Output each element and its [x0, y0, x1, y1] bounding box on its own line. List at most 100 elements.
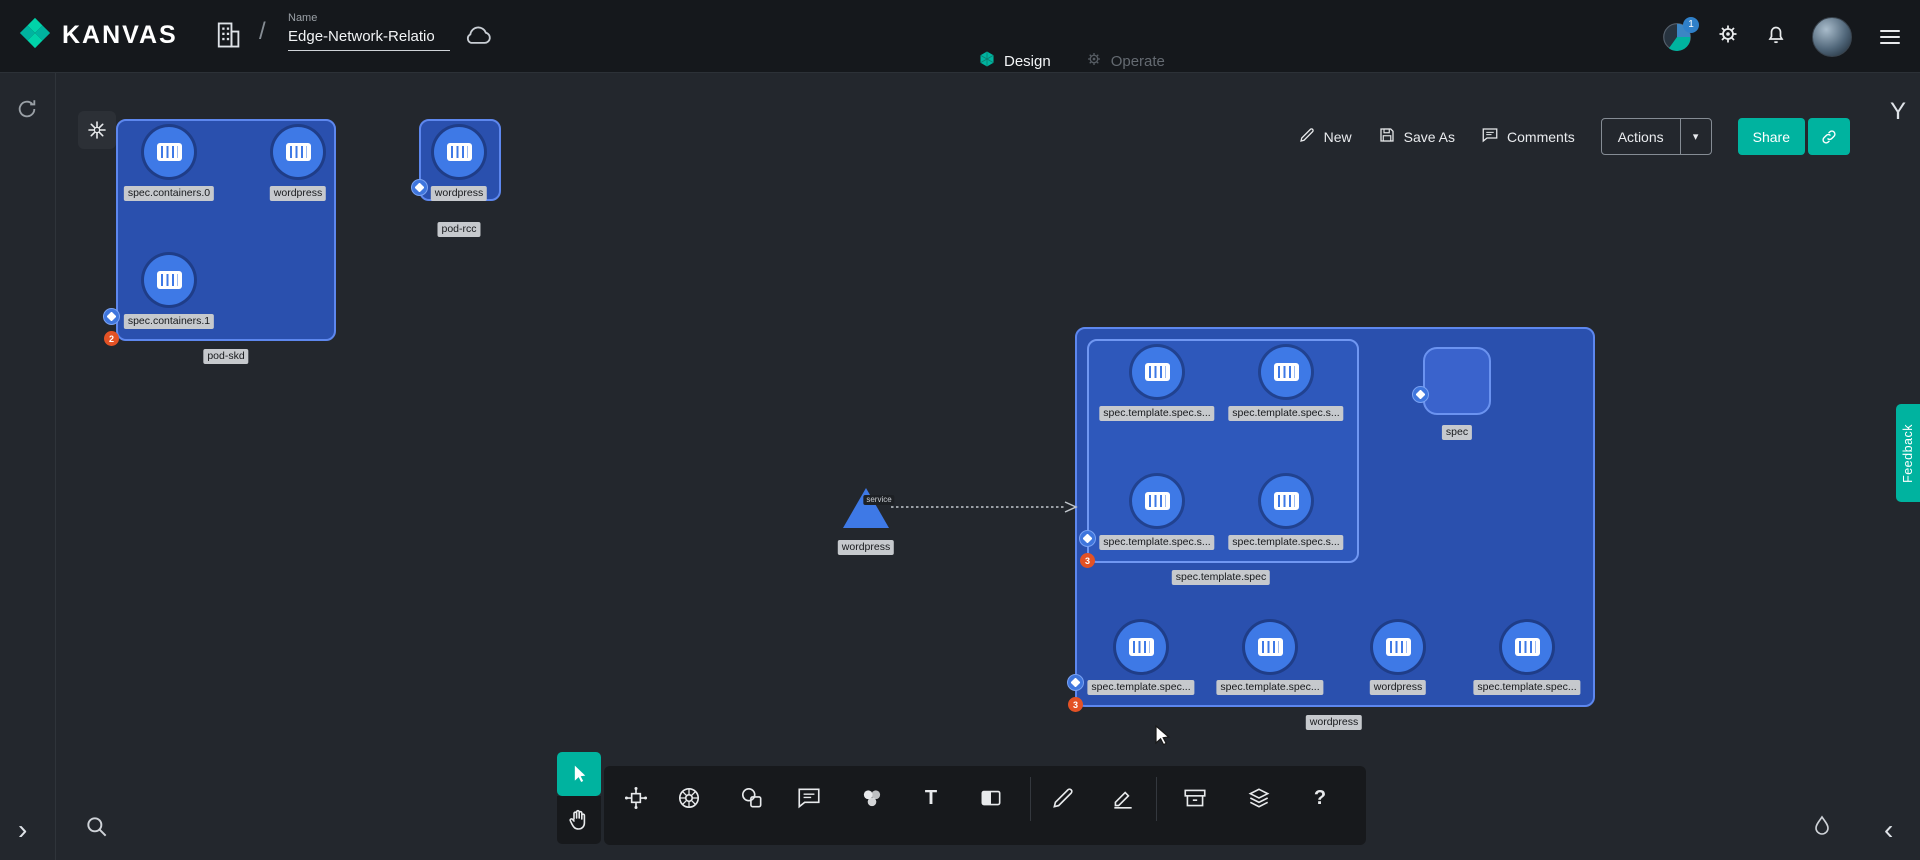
feedback-tab[interactable]: Feedback — [1896, 404, 1920, 502]
comment-tool-icon[interactable] — [794, 783, 824, 813]
tab-operate[interactable]: Operate — [1085, 50, 1165, 72]
edge-service-to-wordpress — [889, 500, 1085, 514]
save-icon — [1378, 126, 1396, 147]
media-tool-icon[interactable] — [857, 783, 887, 813]
node-spec[interactable] — [1423, 347, 1491, 415]
kubernetes-badge[interactable] — [1079, 530, 1096, 547]
feedback-label: Feedback — [1901, 424, 1915, 483]
zoom-search-icon[interactable] — [84, 814, 110, 840]
text-tool-icon[interactable]: T — [916, 783, 946, 813]
menu-hamburger-icon[interactable] — [1876, 26, 1904, 48]
design-tab-icon — [978, 50, 996, 72]
node-label: wordpress — [838, 540, 894, 555]
container-icon — [1515, 638, 1540, 656]
node-spec-template-4[interactable] — [1261, 476, 1311, 526]
node-spec-template-5[interactable] — [1116, 622, 1166, 672]
provider-icon[interactable]: 1 — [1662, 22, 1692, 52]
app-header: KANVAS / Name Edge-Network-Relatio — [0, 0, 1920, 73]
container-icon — [1274, 363, 1299, 381]
layers-tool-icon[interactable] — [1244, 783, 1274, 813]
group-spec-template-spec[interactable] — [1087, 339, 1359, 563]
pencil-tool-icon[interactable] — [1048, 783, 1078, 813]
pen-tool-icon[interactable] — [1108, 783, 1138, 813]
help-tool-icon[interactable]: ? — [1305, 783, 1335, 813]
node-spec-containers-0[interactable] — [144, 127, 194, 177]
design-name-label: Name — [288, 12, 450, 24]
node-wordpress-rcc[interactable] — [434, 127, 484, 177]
pan-hand-tool-button[interactable] — [557, 796, 601, 844]
drawer-tool-icon[interactable] — [1180, 783, 1210, 813]
kanvas-app: KANVAS / Name Edge-Network-Relatio — [0, 0, 1920, 860]
kanvas-logo[interactable]: KANVAS — [18, 16, 178, 55]
widgets-dock-button[interactable] — [78, 111, 116, 149]
node-label: spec.template.spec.s... — [1099, 406, 1214, 421]
issue-count-badge[interactable]: 2 — [104, 331, 119, 346]
node-spec-template-2[interactable] — [1261, 347, 1311, 397]
container-icon — [1129, 638, 1154, 656]
collapse-right-panel-chevron[interactable]: ‹ — [1884, 820, 1893, 840]
node-label: wordpress — [270, 186, 326, 201]
cloud-save-icon[interactable] — [462, 24, 494, 53]
mode-tabs: Design Operate — [978, 50, 1165, 72]
node-label: spec.template.spec.s... — [1228, 406, 1343, 421]
node-label: wordpress — [1370, 680, 1426, 695]
save-as-label: Save As — [1404, 129, 1455, 145]
comments-button[interactable]: Comments — [1481, 126, 1575, 147]
container-icon — [1386, 638, 1411, 656]
save-as-button[interactable]: Save As — [1378, 126, 1455, 147]
organization-icon[interactable] — [214, 20, 242, 55]
tab-design[interactable]: Design — [978, 50, 1051, 72]
actions-split-button[interactable]: Actions ▾ — [1601, 118, 1712, 155]
node-wordpress-skd[interactable] — [273, 127, 323, 177]
shapes-tool-icon[interactable] — [737, 783, 767, 813]
kubernetes-badge[interactable] — [1067, 674, 1084, 691]
node-service-triangle[interactable] — [843, 488, 889, 528]
share-button[interactable]: Share — [1738, 118, 1805, 155]
node-spec-containers-1[interactable] — [144, 255, 194, 305]
group-label: pod-rcc — [437, 222, 480, 237]
node-spec-template-7[interactable] — [1502, 622, 1552, 672]
node-label: spec.containers.0 — [124, 186, 214, 201]
mouse-cursor — [1150, 724, 1174, 753]
app-title: KANVAS — [62, 21, 178, 50]
edge-label: service — [863, 495, 894, 505]
kubernetes-badge[interactable] — [1412, 386, 1429, 403]
kubernetes-badge[interactable] — [411, 179, 428, 196]
dock-divider — [1030, 777, 1031, 821]
user-avatar[interactable] — [1812, 17, 1852, 57]
node-spec-template-3[interactable] — [1132, 476, 1182, 526]
group-label: pod-skd — [203, 349, 248, 364]
node-label: spec.containers.1 — [124, 314, 214, 329]
copy-link-button[interactable] — [1808, 118, 1850, 155]
node-spec-template-1[interactable] — [1132, 347, 1182, 397]
container-icon — [1145, 492, 1170, 510]
bell-icon[interactable] — [1764, 22, 1788, 51]
actions-label[interactable]: Actions — [1602, 119, 1680, 154]
ink-drop-icon[interactable] — [1810, 814, 1834, 838]
share-group: Share — [1738, 118, 1850, 155]
settings-gear-icon[interactable] — [1716, 22, 1740, 51]
operate-tab-label: Operate — [1111, 53, 1165, 70]
select-tool-button[interactable] — [557, 752, 601, 796]
canvas-toolbar: New Save As Comments Actions — [1298, 118, 1850, 155]
header-actions: 1 — [1662, 0, 1904, 73]
issue-count-badge[interactable]: 3 — [1068, 697, 1083, 712]
yaml-panel-icon[interactable]: Y — [1890, 98, 1906, 126]
actions-dropdown-caret[interactable]: ▾ — [1680, 119, 1711, 154]
comment-icon — [1481, 126, 1499, 147]
node-wordpress-bottom[interactable] — [1373, 622, 1423, 672]
new-design-button[interactable]: New — [1298, 126, 1352, 147]
pencil-icon — [1298, 126, 1316, 147]
kubernetes-badge[interactable] — [103, 308, 120, 325]
node-label: spec.template.spec.s... — [1099, 535, 1214, 550]
issue-count-badge[interactable]: 3 — [1080, 553, 1095, 568]
frame-tool-icon[interactable] — [976, 783, 1006, 813]
container-icon — [1258, 638, 1283, 656]
kubernetes-tool-icon[interactable] — [674, 783, 704, 813]
kanvas-logo-icon — [18, 16, 52, 55]
node-spec-template-6[interactable] — [1245, 622, 1295, 672]
node-label: spec.template.spec... — [1473, 680, 1580, 695]
components-tool-icon[interactable] — [621, 783, 651, 813]
design-name-input[interactable]: Edge-Network-Relatio — [288, 28, 450, 51]
dock-divider — [1156, 777, 1157, 821]
